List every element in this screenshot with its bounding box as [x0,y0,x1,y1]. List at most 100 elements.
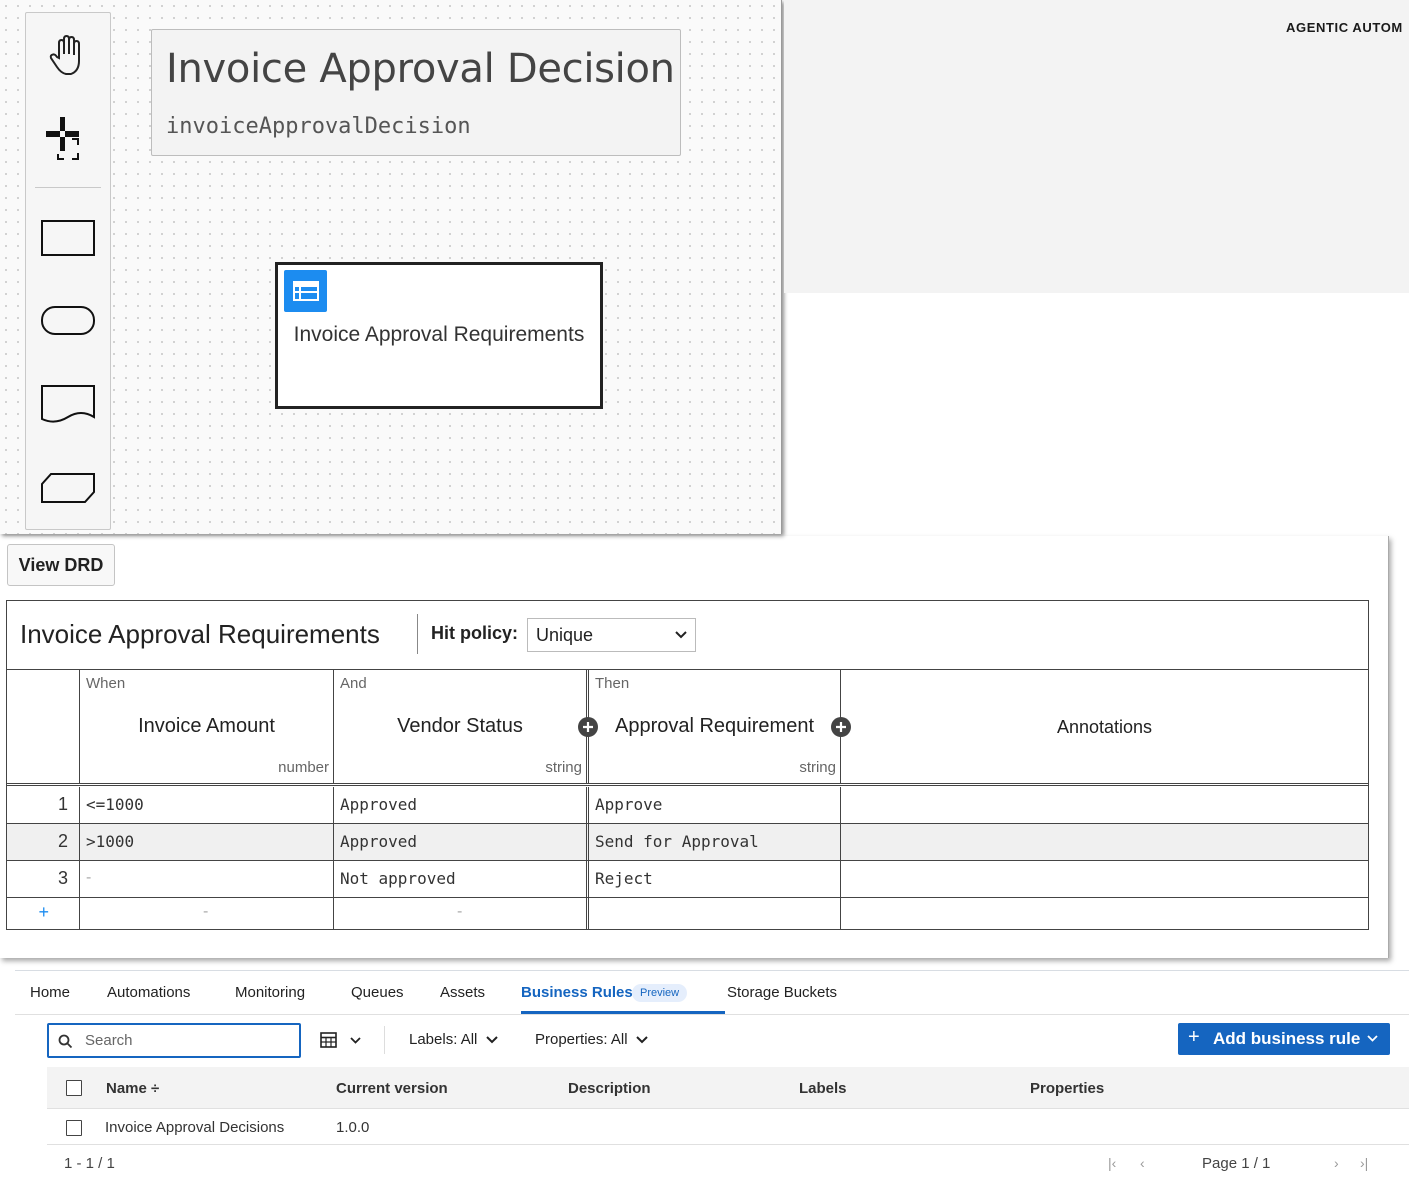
select-all-checkbox[interactable] [66,1080,82,1096]
search-input[interactable] [83,1031,283,1050]
palette-separator [35,187,101,188]
hit-policy-select[interactable]: Unique [527,618,696,652]
tab-monitoring[interactable]: Monitoring [235,984,305,1001]
add-output-column-button[interactable] [831,717,851,737]
table-cell[interactable]: Reject [589,861,841,897]
annotations-column[interactable]: Annotations [841,670,1368,783]
grid-header: Name ÷ Current version Description Label… [47,1067,1409,1109]
decision-shape-button[interactable] [26,218,110,258]
column-title: Invoice Amount [138,715,275,737]
plus-icon [583,722,593,732]
output-column-approval-requirement[interactable]: Then Approval Requirement string [589,670,841,783]
column-header-name[interactable]: Name ÷ [106,1080,159,1097]
definition-name[interactable]: Invoice Approval Decision [166,46,675,92]
annotation-cell[interactable] [841,787,1368,823]
add-rule-button[interactable]: + [7,898,80,929]
column-title: Vendor Status [397,715,523,737]
annotation-cell[interactable] [841,824,1368,860]
table-cell[interactable]: Approve [589,787,841,823]
decision-table-name[interactable]: Invoice Approval Requirements [20,619,380,650]
decision-table-icon [284,270,327,312]
hand-tool-icon [49,34,80,75]
tool-palette [25,12,111,530]
placeholder-cell [589,898,841,929]
table-row[interactable]: 2 >1000 Approved Send for Approval [7,824,1368,861]
rule-name-link[interactable]: Invoice Approval Decisions [105,1119,284,1136]
column-type: number [278,759,329,776]
knowledge-source-shape-button[interactable] [26,383,110,425]
add-input-column-button[interactable] [578,717,598,737]
main-tab-bar: Home Automations Monitoring Queues Asset… [15,970,1409,1015]
table-view-icon [320,1032,337,1048]
search-field[interactable] [47,1023,301,1058]
annotation-cell[interactable] [841,861,1368,897]
preview-badge: Preview [632,984,688,1002]
add-business-rule-button[interactable]: + Add business rule [1178,1023,1390,1055]
decision-table: Invoice Approval Requirements Hit policy… [6,600,1369,930]
chevron-down-icon [636,1036,648,1044]
column-header-version: Current version [336,1080,448,1097]
business-knowledge-shape-button[interactable] [26,470,110,506]
lasso-tool-button[interactable] [26,113,110,167]
tab-assets[interactable]: Assets [440,984,485,1001]
column-header-description: Description [568,1080,651,1097]
search-icon [58,1034,73,1049]
row-index: 3 [7,861,80,897]
table-cell[interactable]: Approved [334,824,589,860]
chevron-down-icon [1367,1035,1378,1042]
column-type: string [799,759,836,776]
plus-icon [836,722,846,732]
decision-node[interactable]: Invoice Approval Requirements [275,262,603,409]
previous-page-icon[interactable]: ‹ [1140,1155,1145,1171]
hand-tool-button[interactable] [26,33,110,79]
row-checkbox[interactable] [66,1120,82,1136]
table-row[interactable]: Invoice Approval Decisions 1.0.0 [47,1110,1409,1145]
table-cell[interactable]: - [80,861,334,897]
column-header-properties: Properties [1030,1080,1105,1097]
row-index: 1 [7,787,80,823]
decision-shape-icon [41,220,95,256]
tab-home[interactable]: Home [30,984,70,1001]
input-data-shape-button[interactable] [26,303,110,339]
hit-policy-value: Unique [536,625,594,645]
lasso-tool-icon [46,117,79,160]
definitions-box[interactable]: Invoice Approval Decision invoiceApprova… [151,29,681,156]
last-page-icon[interactable]: ›| [1360,1155,1368,1171]
page-indicator: Page 1 / 1 [1202,1155,1271,1172]
business-knowledge-shape-icon [41,473,95,503]
tab-storage-buckets[interactable]: Storage Buckets [727,984,837,1001]
tab-queues[interactable]: Queues [351,984,404,1001]
tab-automations[interactable]: Automations [107,984,190,1001]
plus-icon: + [1188,1026,1200,1048]
placeholder-cell: - [80,898,334,929]
table-cell[interactable]: <=1000 [80,787,334,823]
table-cell[interactable]: Send for Approval [589,824,841,860]
table-cell[interactable]: Approved [334,787,589,823]
first-page-icon[interactable]: |‹ [1108,1155,1116,1171]
input-column-vendor-status[interactable]: And Vendor Status string [334,670,589,783]
add-business-rule-label: Add business rule [1213,1029,1361,1048]
tab-business-rules[interactable]: Business Rules [521,984,633,1001]
next-page-icon[interactable]: › [1334,1155,1339,1171]
side-panel-background [784,0,1409,293]
placeholder-cell: - [334,898,589,929]
table-cell[interactable]: Not approved [334,861,589,897]
table-cell[interactable]: >1000 [80,824,334,860]
placeholder-cell [841,898,1368,929]
table-row[interactable]: 1 <=1000 Approved Approve [7,787,1368,824]
column-header-row: When Invoice Amount number And Vendor St… [7,670,1368,786]
drd-canvas[interactable]: Invoice Approval Decision invoiceApprova… [0,0,782,534]
view-mode-toggle[interactable] [320,1032,364,1050]
labels-filter-label: Labels: All [409,1031,478,1048]
labels-filter[interactable]: Labels: All [409,1031,498,1048]
input-column-invoice-amount[interactable]: When Invoice Amount number [80,670,334,783]
decision-node-label: Invoice Approval Requirements [293,323,585,346]
column-kind: Then [595,675,630,692]
column-title: Approval Requirement [615,715,814,737]
chevron-down-icon [675,631,687,639]
add-rule-row[interactable]: + - - [7,898,1368,929]
table-row[interactable]: 3 - Not approved Reject [7,861,1368,898]
definition-id[interactable]: invoiceApprovalDecision [166,114,471,139]
properties-filter[interactable]: Properties: All [535,1031,648,1048]
view-drd-button[interactable]: View DRD [7,544,115,586]
